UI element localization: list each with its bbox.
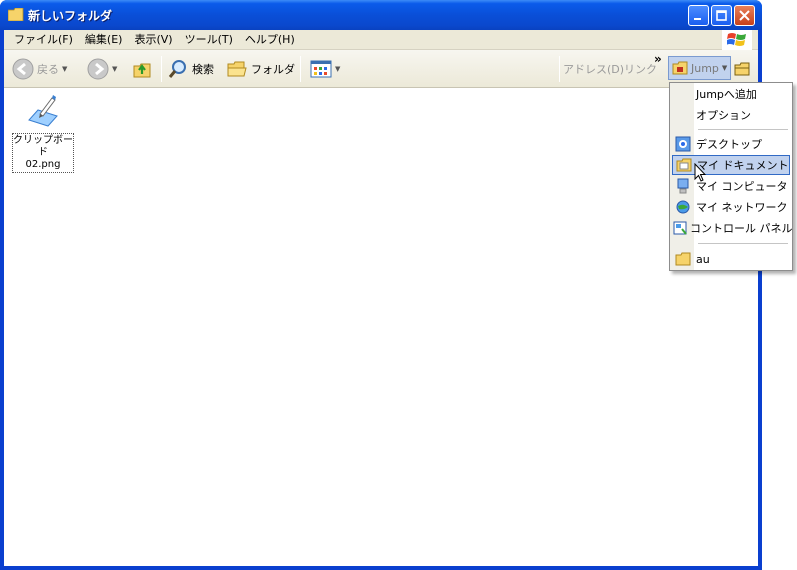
folder-icon — [675, 252, 691, 266]
menu-bar: ファイル(F) 編集(E) 表示(V) ツール(T) ヘルプ(H) — [4, 30, 758, 50]
chevron-down-icon: ▼ — [112, 65, 118, 73]
control-panel-icon — [673, 221, 687, 235]
views-button[interactable]: ▼ — [310, 57, 340, 81]
menu-item-my-computer[interactable]: マイ コンピュータ — [672, 176, 790, 196]
window-title: 新しいフォルダ — [28, 9, 113, 23]
my-computer-icon — [677, 178, 689, 194]
maximize-icon — [716, 10, 727, 21]
standard-toolbar: 戻る ▼ ▼ 検索 フォルダ ▼ アドレス(D) リンク » Jump ▼ — [4, 50, 758, 88]
close-icon — [739, 10, 750, 21]
toolbar-divider — [300, 56, 301, 82]
menu-item-add-to-jump[interactable]: Jumpへ追加 — [672, 84, 790, 104]
search-icon — [168, 60, 186, 78]
my-documents-icon — [676, 158, 692, 172]
folders-button[interactable]: フォルダ — [226, 57, 295, 81]
menu-view[interactable]: 表示(V) — [128, 30, 178, 50]
folders-label: フォルダ — [251, 63, 295, 76]
folders-icon — [227, 61, 247, 77]
explorer-window: 新しいフォルダ ファイル(F) 編集(E) 表示(V) ツール(T) ヘルプ(H… — [0, 0, 762, 570]
jump-label: Jump — [691, 61, 719, 75]
file-name-label: クリップボード 02.png — [12, 133, 74, 173]
menu-help[interactable]: ヘルプ(H) — [239, 30, 301, 50]
window-client: ファイル(F) 編集(E) 表示(V) ツール(T) ヘルプ(H) 戻る ▼ ▼… — [4, 30, 758, 566]
folder-icon — [734, 62, 750, 76]
toolbar-divider — [161, 56, 162, 82]
search-label: 検索 — [192, 63, 214, 76]
windows-logo-icon — [722, 30, 752, 50]
menu-item-options[interactable]: オプション — [672, 105, 790, 125]
menu-item-my-documents[interactable]: マイ ドキュメント — [672, 155, 790, 175]
menu-item-my-network[interactable]: マイ ネットワーク — [672, 197, 790, 217]
close-button[interactable] — [734, 5, 755, 26]
back-button[interactable]: 戻る ▼ — [12, 57, 67, 81]
jump-folder-button[interactable] — [734, 57, 750, 81]
back-label: 戻る — [37, 63, 59, 76]
toolbar-overflow-button[interactable]: » — [654, 47, 662, 71]
up-folder-icon — [133, 63, 151, 78]
search-button[interactable]: 検索 — [167, 57, 214, 81]
address-bar-toggle[interactable]: アドレス(D) — [560, 57, 624, 81]
up-folder-button[interactable] — [132, 57, 154, 81]
links-toolbar[interactable]: リンク — [621, 57, 657, 81]
my-network-icon — [676, 200, 690, 214]
desktop-icon — [675, 136, 691, 152]
menu-file[interactable]: ファイル(F) — [8, 30, 79, 50]
menu-item-au[interactable]: au — [672, 249, 790, 269]
image-file-icon — [28, 95, 58, 127]
file-item[interactable]: クリップボード 02.png — [12, 94, 74, 173]
menu-edit[interactable]: 編集(E) — [79, 30, 129, 50]
folder-icon — [8, 8, 24, 21]
jump-button[interactable]: Jump ▼ — [668, 56, 732, 80]
chevron-down-icon: ▼ — [335, 65, 341, 73]
views-grid-icon — [310, 60, 332, 78]
menu-separator — [698, 129, 788, 130]
double-chevron-icon: » — [654, 52, 662, 66]
file-view[interactable]: クリップボード 02.png — [4, 88, 758, 566]
menu-separator — [698, 243, 788, 244]
maximize-button[interactable] — [711, 5, 732, 26]
links-label: リンク — [624, 63, 657, 76]
back-arrow-icon — [12, 58, 34, 80]
jump-dropdown-menu: Jumpへ追加 オプション デスクトップ マイ ドキュメント マイ コンピュータ… — [669, 82, 793, 271]
forward-button[interactable]: ▼ — [87, 57, 117, 81]
minimize-button[interactable] — [688, 5, 709, 26]
menu-item-control-panel[interactable]: コントロール パネル — [672, 218, 793, 238]
forward-arrow-icon — [87, 58, 109, 80]
title-bar[interactable]: 新しいフォルダ — [0, 0, 762, 30]
menu-item-desktop[interactable]: デスクトップ — [672, 134, 790, 154]
chevron-down-icon: ▼ — [62, 65, 68, 73]
jump-folder-icon — [672, 61, 688, 75]
address-label: アドレス(D) — [563, 63, 625, 76]
mouse-cursor-icon — [694, 163, 706, 182]
chevron-down-icon: ▼ — [721, 64, 728, 72]
menu-tools[interactable]: ツール(T) — [179, 30, 239, 50]
minimize-icon — [694, 18, 701, 20]
